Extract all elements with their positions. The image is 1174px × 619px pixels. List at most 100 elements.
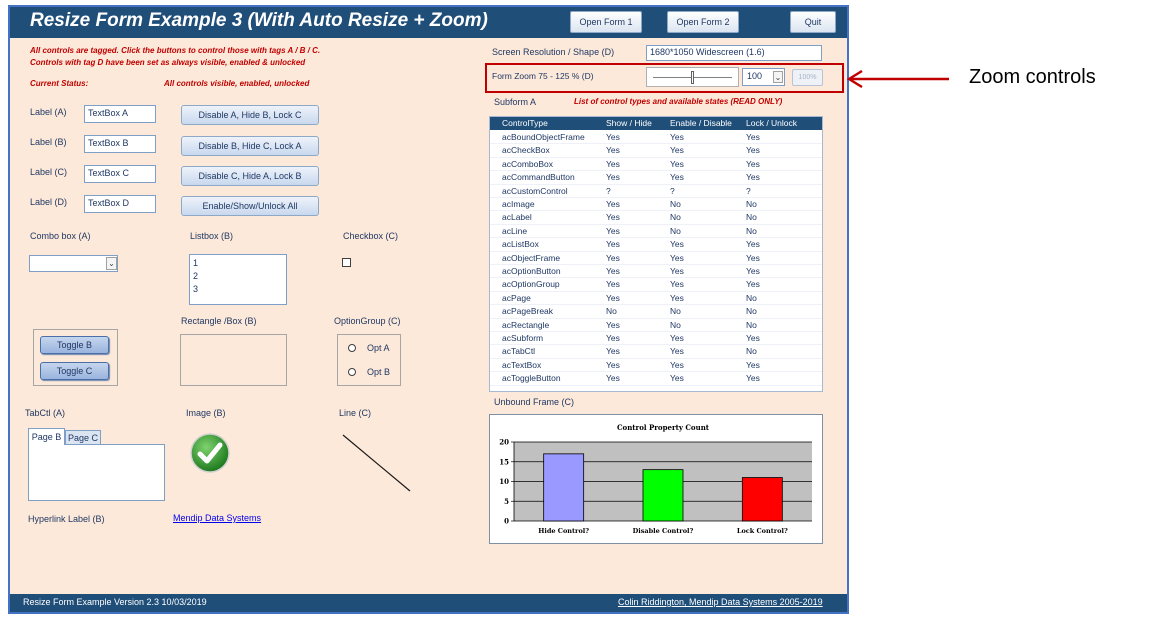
x-tick-label: Hide Control?: [538, 527, 589, 535]
table-cell: Yes: [670, 333, 684, 343]
enable-all-button[interactable]: Enable/Show/Unlock All: [181, 196, 319, 216]
table-row[interactable]: acListBox Yes Yes Yes: [490, 238, 822, 252]
checkbox-c[interactable]: [342, 258, 351, 267]
textbox-c[interactable]: TextBox C: [84, 165, 156, 183]
table-cell: acImage: [502, 199, 535, 209]
rectangle-label: Rectangle /Box (B): [181, 316, 257, 326]
footer-credit-link[interactable]: Colin Riddington, Mendip Data Systems 20…: [618, 597, 823, 607]
table-row[interactable]: acRectangle Yes No No: [490, 319, 822, 332]
table-cell: acPage: [502, 292, 531, 303]
table-row[interactable]: acLabel Yes No No: [490, 211, 822, 225]
table-cell: No: [670, 306, 681, 317]
unbound-frame-label: Unbound Frame (C): [494, 397, 575, 407]
mendip-link[interactable]: Mendip Data Systems: [173, 513, 261, 523]
zoom-slider[interactable]: [646, 67, 739, 87]
table-row[interactable]: acTextBox Yes Yes Yes: [490, 359, 822, 373]
disable-b-button[interactable]: Disable B, Hide C, Lock A: [181, 136, 319, 156]
listbox[interactable]: 1 2 3: [189, 254, 287, 305]
combo-box[interactable]: ⌄: [29, 255, 118, 272]
table-cell: Yes: [670, 266, 684, 276]
table-row[interactable]: acPage Yes Yes No: [490, 292, 822, 306]
optiongroup-label: OptionGroup (C): [334, 316, 401, 326]
open-form2-button[interactable]: Open Form 2: [667, 11, 739, 33]
disable-a-button[interactable]: Disable A, Hide B, Lock C: [181, 105, 319, 125]
subform-grid[interactable]: ControlType Show / Hide Enable / Disable…: [489, 116, 823, 392]
form-title: Resize Form Example 3 (With Auto Resize …: [30, 10, 488, 31]
tab-page-body: [28, 444, 165, 501]
table-cell: Yes: [670, 373, 684, 384]
screen-resolution-field[interactable]: 1680*1050 Widescreen (1.6): [646, 45, 822, 61]
table-cell: Yes: [606, 212, 620, 223]
x-tick-label: Lock Control?: [737, 527, 788, 535]
table-row[interactable]: acCommandButton Yes Yes Yes: [490, 171, 822, 185]
y-tick-label: 10: [499, 477, 509, 486]
table-cell: acOptionGroup: [502, 279, 560, 290]
column-header[interactable]: ControlType: [502, 117, 548, 130]
list-item[interactable]: 1: [193, 257, 283, 270]
quit-button[interactable]: Quit: [790, 11, 836, 33]
table-cell: acListBox: [502, 239, 539, 250]
zoom-combo[interactable]: 100 ⌄: [742, 68, 785, 86]
table-cell: acTextBox: [502, 359, 542, 370]
table-row[interactable]: acTabCtl Yes Yes No: [490, 345, 822, 359]
table-cell: ?: [670, 185, 675, 196]
disable-c-button[interactable]: Disable C, Hide A, Lock B: [181, 166, 319, 186]
radio-opt-b[interactable]: [348, 368, 356, 376]
column-header[interactable]: Show / Hide: [606, 117, 652, 130]
table-cell: Yes: [746, 252, 760, 263]
toggle-b-button[interactable]: Toggle B: [40, 336, 109, 354]
textbox-a[interactable]: TextBox A: [84, 105, 156, 123]
chevron-down-icon[interactable]: ⌄: [106, 257, 117, 270]
table-row[interactable]: acToggleButton Yes Yes Yes: [490, 372, 822, 386]
table-row[interactable]: acOptionButton Yes Yes Yes: [490, 265, 822, 279]
table-cell: No: [746, 199, 757, 209]
table-cell: No: [670, 212, 681, 223]
table-cell: Yes: [670, 145, 684, 156]
zoom-value: 100: [747, 71, 763, 81]
column-header[interactable]: Lock / Unlock: [746, 117, 797, 130]
opt-a-label: Opt A: [367, 343, 390, 353]
line-label: Line (C): [339, 408, 372, 418]
table-cell: acRectangle: [502, 319, 550, 330]
table-row[interactable]: acCustomControl???: [490, 185, 822, 198]
table-cell: Yes: [670, 346, 684, 357]
tab-page-b[interactable]: Page B: [28, 428, 65, 445]
table-row[interactable]: acBoundObjectFrame Yes Yes Yes: [490, 131, 822, 145]
table-cell: Yes: [606, 132, 620, 142]
table-cell: Yes: [670, 292, 684, 303]
list-item[interactable]: 2: [193, 270, 283, 283]
table-cell: No: [746, 292, 757, 303]
slider-thumb[interactable]: [690, 71, 694, 84]
column-header[interactable]: Enable / Disable: [670, 117, 732, 130]
table-cell: Yes: [606, 239, 620, 250]
tab-page-c[interactable]: Page C: [65, 430, 101, 445]
table-row[interactable]: acImage Yes No No: [490, 198, 822, 212]
table-row[interactable]: acSubform Yes Yes Yes: [490, 332, 822, 346]
footer-version: Resize Form Example Version 2.3 10/03/20…: [23, 597, 207, 607]
toggle-c-button[interactable]: Toggle C: [40, 362, 109, 380]
textbox-d[interactable]: TextBox D: [84, 195, 156, 213]
control-property-chart: Control Property Count 0 5 10 15 20 Hide Contr…: [499, 423, 812, 535]
table-row[interactable]: acPageBreak No No No: [490, 305, 822, 319]
chevron-down-icon[interactable]: ⌄: [773, 71, 783, 83]
table-cell: Yes: [606, 333, 620, 343]
table-cell: Yes: [746, 373, 760, 384]
table-cell: acComboBox: [502, 158, 554, 169]
table-row[interactable]: acOptionGroup Yes Yes Yes: [490, 278, 822, 292]
table-row[interactable]: acCheckBox Yes Yes Yes: [490, 144, 822, 158]
opt-b-label: Opt B: [367, 367, 391, 377]
list-item[interactable]: 3: [193, 283, 283, 296]
line-control: [342, 434, 411, 492]
zoom-100-button[interactable]: 100%: [792, 69, 823, 86]
table-cell: acCheckBox: [502, 145, 550, 156]
table-row[interactable]: acLine Yes No No: [490, 225, 822, 239]
table-cell: acOptionButton: [502, 266, 561, 276]
open-form1-button[interactable]: Open Form 1: [570, 11, 642, 33]
image-label: Image (B): [186, 408, 226, 418]
radio-opt-a[interactable]: [348, 344, 356, 352]
table-row[interactable]: acComboBox Yes Yes Yes: [490, 158, 822, 172]
textbox-b[interactable]: TextBox B: [84, 135, 156, 153]
intro-line-1: All controls are tagged. Click the butto…: [30, 46, 321, 55]
subform-label: Subform A: [494, 97, 537, 107]
table-row[interactable]: acObjectFrame Yes Yes Yes: [490, 252, 822, 265]
